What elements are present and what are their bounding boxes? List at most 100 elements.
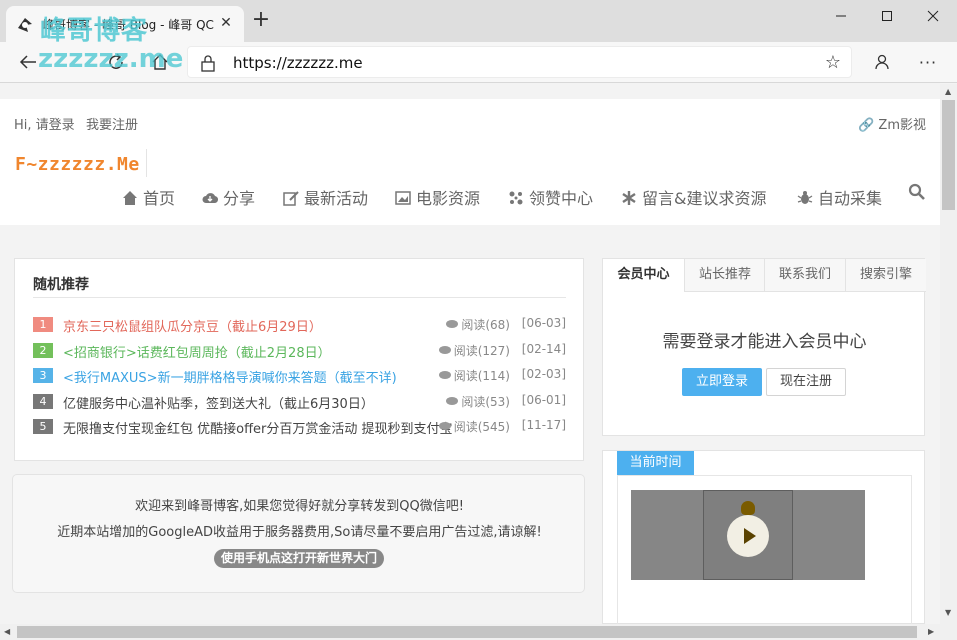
back-button[interactable]: [13, 47, 43, 77]
minimize-icon: [836, 15, 846, 17]
profile-button[interactable]: [867, 47, 897, 77]
search-icon[interactable]: [908, 183, 926, 201]
rank-badge: 3: [33, 368, 53, 383]
view-count-text: 阅读(545): [453, 420, 510, 434]
home-icon: [123, 191, 137, 205]
mobile-open-button[interactable]: 使用手机点这打开新世界大门: [214, 549, 384, 568]
tab-search-engine[interactable]: 搜索引擎: [845, 259, 926, 292]
link-icon: 🔗: [858, 118, 875, 133]
maximize-button[interactable]: [864, 0, 910, 32]
tab-member-center[interactable]: 会员中心: [603, 259, 684, 292]
tab-title: 峰哥博客 - 峰哥 Blog - 峰哥 QC: [42, 18, 214, 32]
item-title-link[interactable]: <我行MAXUS>新一期胖格格导演喊你来答题（截至不详): [63, 367, 397, 386]
item-title-link[interactable]: <招商银行>话费红包周周抢（截止2月28日）: [63, 342, 331, 361]
scroll-left-icon[interactable]: ◀: [4, 627, 10, 636]
register-now-button[interactable]: 现在注册: [766, 368, 846, 396]
nav-share[interactable]: 分享: [202, 185, 255, 209]
new-tab-button[interactable]: +: [250, 9, 272, 32]
list-item[interactable]: 3 <我行MAXUS>新一期胖格格导演喊你来答题（截至不详) 阅读(114) [02-…: [33, 366, 566, 386]
view-count-text: 阅读(68): [461, 318, 510, 332]
current-time-label: 当前时间: [617, 451, 694, 475]
random-recommend-panel: 随机推荐 1 京东三只松鼠组队瓜分京豆（截止6月29日） 阅读(68) [06-03]…: [14, 258, 584, 461]
item-date: [02-03]: [521, 367, 566, 381]
address-bar[interactable]: https://zzzzzz.me ☆: [187, 46, 852, 78]
scroll-up-icon[interactable]: ▲: [945, 87, 951, 96]
item-title-link[interactable]: 京东三只松鼠组队瓜分京豆（截止6月29日）: [63, 316, 322, 335]
browser-tab-bar: 峰哥博客 - 峰哥 Blog - 峰哥 QC ✕ +: [0, 0, 957, 42]
scroll-right-icon[interactable]: ▶: [928, 627, 934, 636]
nav-guestbook-label: 留言&建议求资源: [642, 189, 767, 208]
url-text[interactable]: https://zzzzzz.me: [233, 54, 363, 72]
welcome-line2: 近期本站增加的GoogleAD收益用于服务器费用,So请尽量不要启用广告过滤,请…: [57, 525, 542, 540]
tab-recommend[interactable]: 站长推荐: [684, 259, 765, 292]
cloud-download-icon: [202, 193, 218, 204]
arrow-left-icon: [19, 55, 36, 69]
close-icon: [927, 10, 939, 22]
nav-guestbook[interactable]: 留言&建议求资源: [621, 185, 766, 209]
play-icon[interactable]: [727, 515, 769, 557]
vertical-scrollbar[interactable]: ▲ ▼: [940, 84, 957, 624]
refresh-button[interactable]: [101, 47, 131, 77]
list-item[interactable]: 5 无限撸支付宝现金红包 优酷接offer分百万赏金活动 提现秒到支付宝 阅读(54…: [33, 417, 566, 437]
nav-autocollect[interactable]: 自动采集: [797, 185, 882, 209]
view-count: 阅读(53): [446, 393, 510, 410]
nav-likes[interactable]: 领赞中心: [508, 185, 593, 209]
site-logo[interactable]: F~zzzzzz.Me: [15, 154, 140, 175]
time-widget: [617, 475, 912, 624]
ellipsis-icon: ···: [918, 52, 938, 72]
eye-icon: [446, 320, 459, 328]
nav-movies[interactable]: 电影资源: [395, 185, 480, 209]
home-icon: [152, 54, 168, 70]
refresh-icon: [109, 53, 123, 69]
logo-divider: [146, 149, 147, 177]
item-title-link[interactable]: 无限撸支付宝现金红包 优酷接offer分百万赏金活动 提现秒到支付宝: [63, 418, 453, 437]
scroll-down-icon[interactable]: ▼: [945, 608, 951, 617]
site-header: Hi, 请登录 我要注册 🔗 Zm影视 F~zzzzzz.Me 首页 分享 最新…: [0, 99, 940, 225]
rank-badge: 2: [33, 342, 53, 358]
eye-icon: [438, 371, 451, 379]
minimize-button[interactable]: [818, 0, 864, 32]
divider: [33, 297, 566, 298]
nav-home[interactable]: 首页: [122, 185, 175, 209]
zm-video-link[interactable]: 🔗 Zm影视: [858, 114, 926, 133]
zm-video-label: Zm影视: [878, 118, 926, 133]
page-viewport: Hi, 请登录 我要注册 🔗 Zm影视 F~zzzzzz.Me 首页 分享 最新…: [0, 84, 940, 624]
login-link[interactable]: Hi, 请登录: [14, 114, 75, 133]
member-center-panel: 会员中心 站长推荐 联系我们 搜索引擎 需要登录才能进入会员中心 立即登录 现在…: [602, 258, 926, 436]
vertical-scroll-thumb[interactable]: [942, 100, 955, 210]
rank-badge: 4: [33, 393, 53, 409]
view-count: 阅读(127): [438, 342, 510, 359]
item-title-link[interactable]: 亿健服务中心温补贴季，签到送大礼（截止6月30日）: [63, 393, 374, 412]
pinwheel-icon: [509, 191, 523, 205]
browser-tab[interactable]: 峰哥博客 - 峰哥 Blog - 峰哥 QC ✕: [6, 6, 244, 42]
eye-icon: [438, 345, 451, 354]
view-count-text: 阅读(114): [453, 369, 510, 383]
tab-contact[interactable]: 联系我们: [764, 259, 845, 292]
favorite-star-icon[interactable]: ☆: [825, 52, 841, 73]
view-count: 阅读(68): [446, 316, 510, 333]
video-player[interactable]: [631, 490, 865, 580]
more-menu-button[interactable]: ···: [913, 47, 943, 77]
item-date: [11-17]: [521, 418, 566, 432]
view-count-text: 阅读(127): [453, 343, 510, 358]
register-link[interactable]: 我要注册: [86, 114, 138, 133]
edit-icon: [283, 191, 299, 206]
video-frame: [703, 490, 793, 580]
nav-autocollect-label: 自动采集: [818, 189, 883, 208]
home-button[interactable]: [145, 47, 175, 77]
list-item[interactable]: 2 <招商银行>话费红包周周抢（截止2月28日） 阅读(127) [02-14]: [33, 341, 566, 361]
item-date: [02-14]: [521, 341, 566, 356]
tab-close-icon[interactable]: ✕: [216, 13, 236, 33]
horizontal-scrollbar[interactable]: ◀ ▶: [0, 624, 957, 640]
item-date: [06-03]: [521, 316, 566, 330]
close-window-button[interactable]: [910, 0, 956, 32]
lock-icon: [201, 55, 215, 72]
person-icon: [875, 54, 889, 70]
list-item[interactable]: 1 京东三只松鼠组队瓜分京豆（截止6月29日） 阅读(68) [06-03]: [33, 315, 566, 335]
random-recommend-title: 随机推荐: [33, 277, 89, 293]
nav-activities[interactable]: 最新活动: [283, 185, 368, 209]
login-now-button[interactable]: 立即登录: [682, 368, 762, 396]
horizontal-scroll-thumb[interactable]: [17, 626, 917, 638]
list-item[interactable]: 4 亿健服务中心温补贴季，签到送大礼（截止6月30日） 阅读(53) [06-01]: [33, 392, 566, 412]
eye-icon: [446, 396, 459, 405]
